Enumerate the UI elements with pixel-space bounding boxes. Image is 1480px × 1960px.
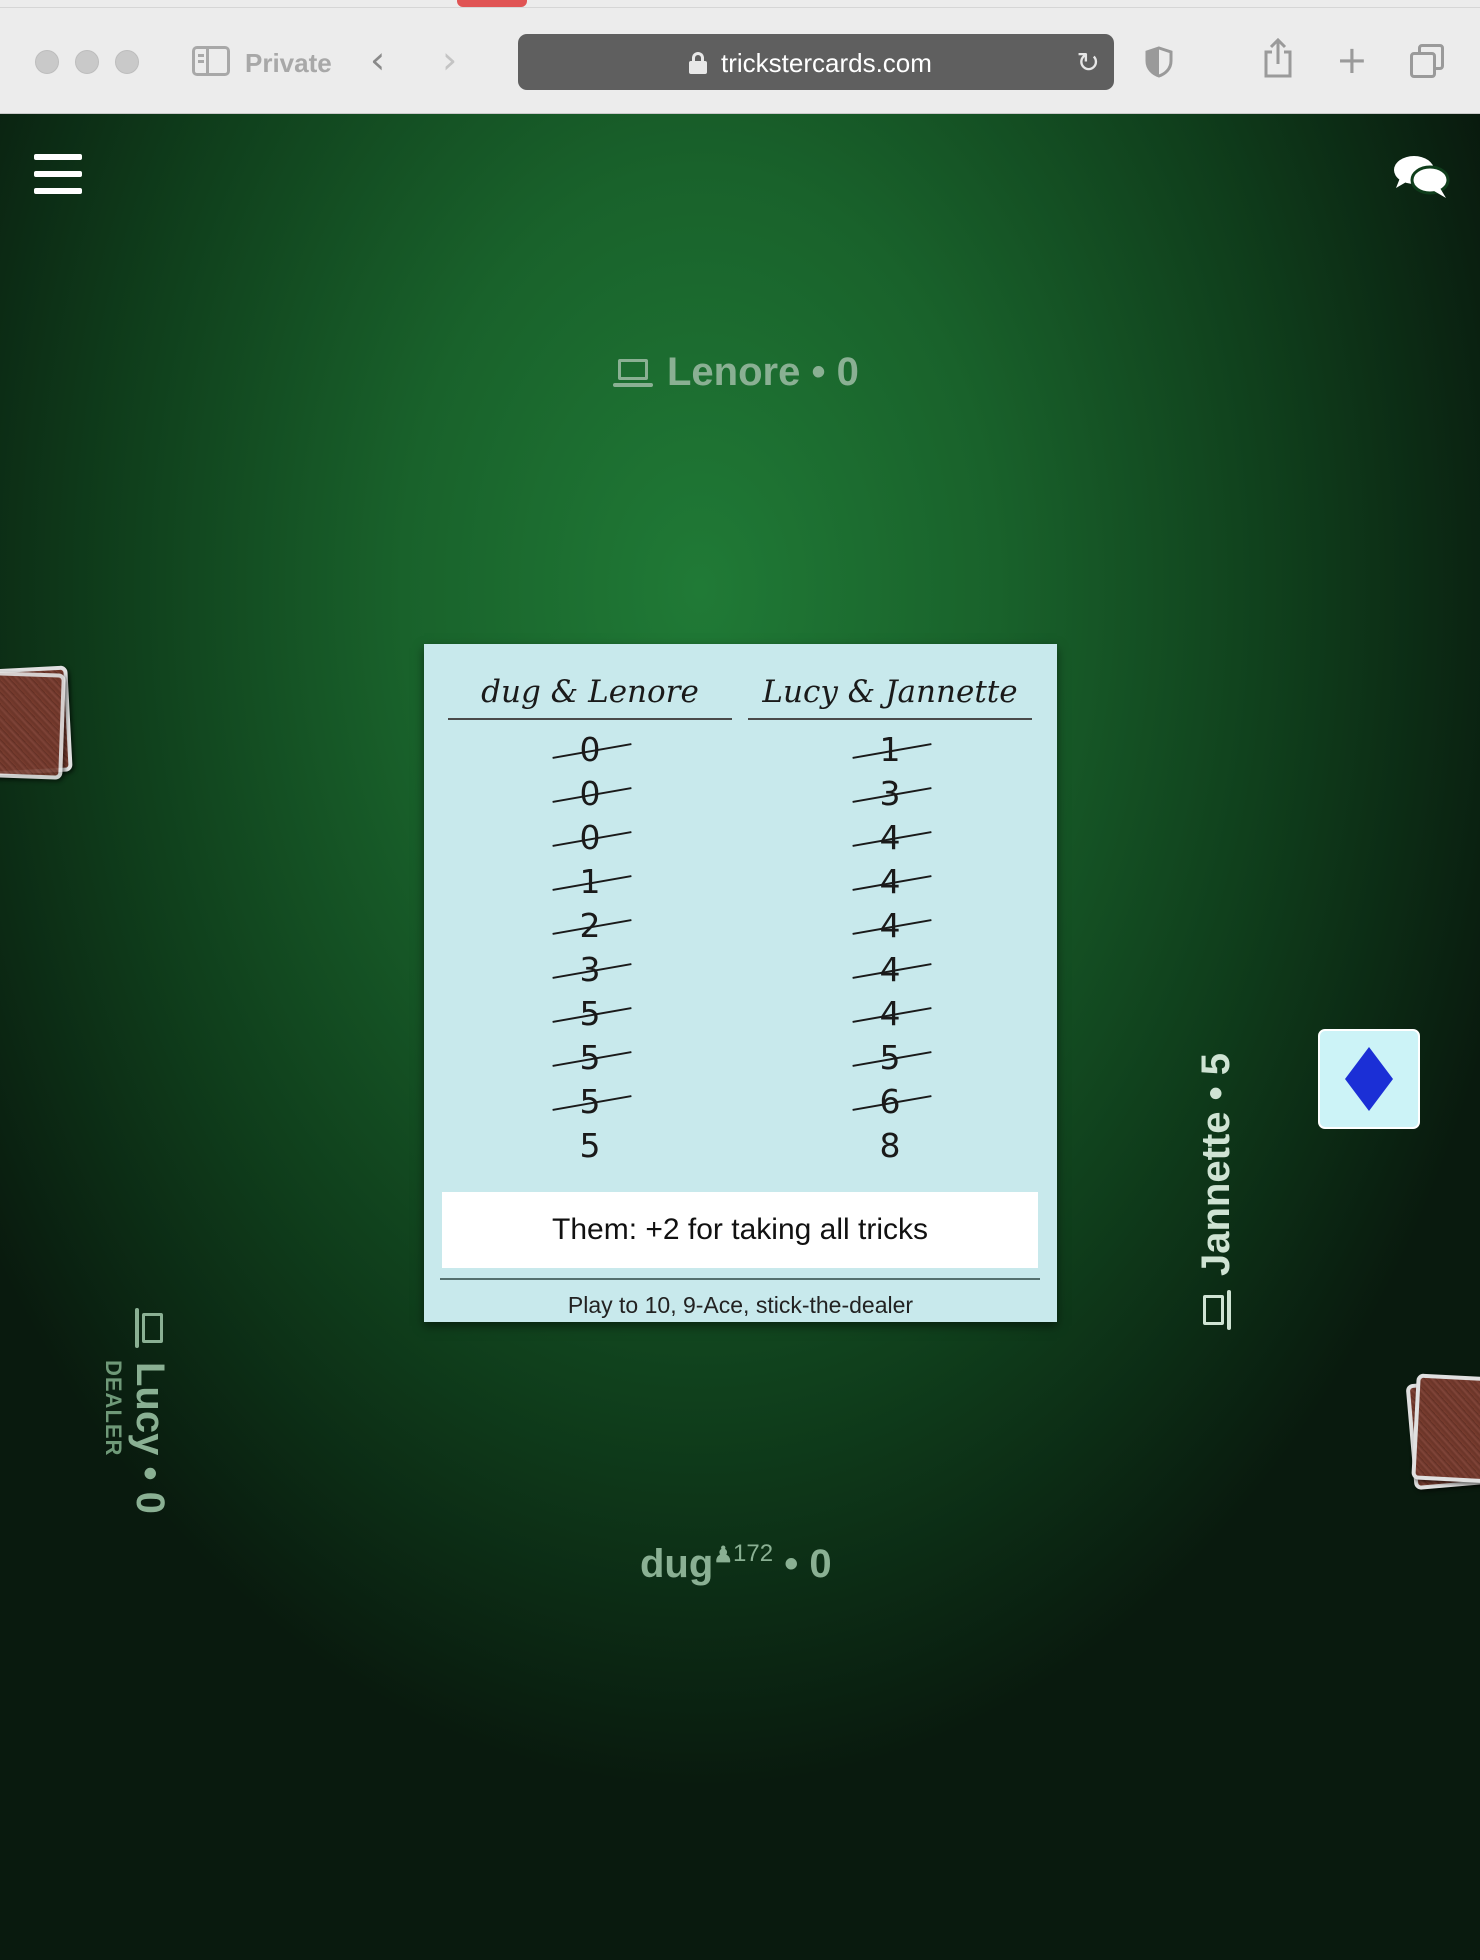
team-a-score-entry: 5 xyxy=(448,1080,732,1124)
lock-icon xyxy=(689,52,707,74)
game-rules-text: Play to 10, 9-Ace, stick-the-dealer xyxy=(567,1292,914,1318)
team-a-header: dug & Lenore xyxy=(448,674,732,720)
player-bottom-rating: 172 xyxy=(733,1540,774,1567)
right-player-card-stack xyxy=(1411,1373,1480,1485)
privacy-shield-icon[interactable] xyxy=(1145,46,1173,78)
player-left-label: Lucy • 0 DEALER xyxy=(101,968,314,1514)
team-a-score-entry: 0 xyxy=(448,728,732,772)
player-bottom-score: • 0 xyxy=(784,1542,832,1586)
team-b-score-entry: 4 xyxy=(748,992,1032,1036)
person-icon: ♟ xyxy=(713,1542,734,1567)
share-icon[interactable] xyxy=(1262,38,1294,80)
active-tab-indicator xyxy=(457,0,527,7)
team-a-score-entry: 1 xyxy=(448,860,732,904)
team-b-score-entry: 1 xyxy=(748,728,1032,772)
url-text: trickstercards.com xyxy=(721,48,932,78)
chat-icon[interactable] xyxy=(1392,152,1450,200)
team-b-score-entry: 4 xyxy=(748,904,1032,948)
reload-icon[interactable]: ↻ xyxy=(1077,46,1100,79)
back-arrow-icon[interactable]: ‹ xyxy=(370,41,385,79)
minimize-window-button[interactable] xyxy=(75,50,99,74)
trump-suit-card xyxy=(1318,1029,1420,1129)
new-tab-icon[interactable]: + xyxy=(1336,40,1368,80)
player-left-name-score: Lucy • 0 xyxy=(128,1362,172,1514)
team-b-score-entry: 6 xyxy=(748,1080,1032,1124)
browser-toolbar: Private ‹ › trickstercards.com ↻ + xyxy=(0,0,1480,114)
toolbar-divider xyxy=(0,7,1480,8)
team-a-score-column: 0001235555 xyxy=(448,728,732,1168)
team-b-score-entry: 3 xyxy=(748,772,1032,816)
diamond-suit-icon xyxy=(1345,1047,1393,1111)
tab-overview-icon[interactable] xyxy=(1410,44,1446,78)
sidebar-toggle-icon[interactable] xyxy=(192,46,230,76)
score-sheet: dug & Lenore Lucy & Jannette 0001235555 … xyxy=(424,644,1057,1322)
hamburger-menu-icon[interactable] xyxy=(34,154,82,196)
player-top-label: Lenore • 0 xyxy=(613,350,859,395)
team-b-score-entry: 4 xyxy=(748,860,1032,904)
address-bar[interactable]: trickstercards.com ↻ xyxy=(518,34,1114,90)
left-player-card-stack-shadow xyxy=(0,670,66,780)
laptop-icon xyxy=(133,1308,163,1348)
hand-result-message: Them: +2 for taking all tricks xyxy=(442,1192,1038,1268)
player-right-label: Jannette • 5 xyxy=(1190,940,1246,1340)
laptop-icon xyxy=(613,359,653,389)
player-bottom-label: dug♟172 • 0 xyxy=(640,1540,832,1587)
team-a-score-entry: 5 xyxy=(579,1126,601,1165)
team-a-score-entry: 0 xyxy=(448,816,732,860)
dealer-badge: DEALER xyxy=(101,1360,126,1457)
team-b-score-entry: 8 xyxy=(879,1126,901,1165)
laptop-icon xyxy=(1203,1290,1233,1330)
team-a-score-entry: 0 xyxy=(448,772,732,816)
team-b-header: Lucy & Jannette xyxy=(748,674,1032,720)
player-bottom-name: dug xyxy=(640,1542,714,1586)
team-b-score-entry: 5 xyxy=(748,1036,1032,1080)
game-table: Lenore • 0 Lucy • 0 DEALER Jannette • 5 … xyxy=(0,114,1480,1960)
team-a-score-entry: 2 xyxy=(448,904,732,948)
team-b-score-column: 1344444568 xyxy=(748,728,1032,1168)
close-window-button[interactable] xyxy=(35,50,59,74)
player-right-name-score: Jannette • 5 xyxy=(1194,1053,1238,1276)
private-mode-label: Private xyxy=(245,48,332,78)
score-sheet-divider xyxy=(440,1278,1040,1280)
forward-arrow-icon[interactable]: › xyxy=(442,41,457,79)
team-b-score-entry: 4 xyxy=(748,816,1032,860)
team-a-score-entry: 3 xyxy=(448,948,732,992)
zoom-window-button[interactable] xyxy=(115,50,139,74)
team-b-score-entry: 4 xyxy=(748,948,1032,992)
player-top-name-score: Lenore • 0 xyxy=(667,350,859,394)
team-a-score-entry: 5 xyxy=(448,1036,732,1080)
team-a-score-entry: 5 xyxy=(448,992,732,1036)
